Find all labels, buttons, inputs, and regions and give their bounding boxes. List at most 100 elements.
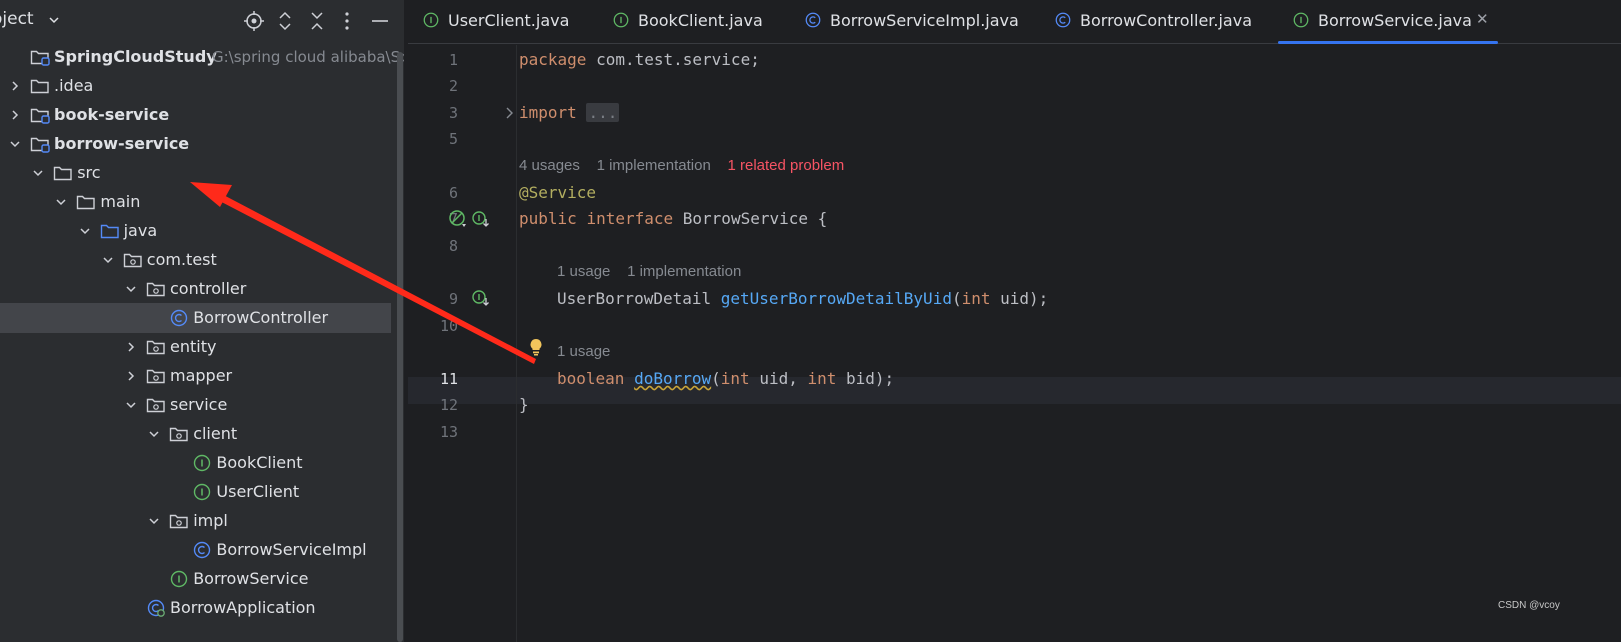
line-number: 12 [439, 396, 458, 414]
expand-all-icon[interactable] [274, 10, 296, 32]
code-line-6[interactable]: @Service [519, 183, 596, 202]
code-line-11[interactable]: boolean doBorrow(int uid, int bid); [557, 369, 894, 388]
tree-item-entity[interactable]: entity [0, 332, 404, 362]
tree-item-mapper[interactable]: mapper [0, 361, 404, 391]
tree-item-label: BorrowService [193, 569, 309, 588]
inlay-hint-method[interactable]: 1 usage [557, 343, 610, 360]
tree-item-borrow-service[interactable]: borrow-service [0, 129, 404, 159]
code-line-9[interactable]: UserBorrowDetail getUserBorrowDetailByUi… [557, 289, 1048, 308]
tree-item-book-service[interactable]: book-service [0, 100, 404, 130]
source-folder-icon [100, 224, 119, 239]
usages-hint[interactable]: 1 usage [557, 343, 610, 360]
tree-item-idea[interactable]: .idea [0, 71, 404, 101]
tree-item-label: BorrowController [193, 308, 329, 327]
close-icon[interactable]: ✕ [1476, 10, 1489, 28]
fold-chevron-icon[interactable] [500, 103, 520, 123]
tree-item-label: .idea [54, 76, 94, 95]
code-line-1[interactable]: package com.test.service; [519, 50, 760, 69]
tab-label: UserClient.java [448, 11, 570, 30]
implemented-interface-icon[interactable] [471, 210, 491, 230]
tree-item-borrowapplication[interactable]: BorrowApplication [0, 593, 404, 623]
chevron-down-icon[interactable] [124, 282, 138, 296]
chevron-down-icon[interactable] [31, 166, 45, 180]
spring-app-icon [147, 599, 165, 617]
folder-icon [77, 195, 96, 210]
inlay-hint-method[interactable]: 1 usage 1 implementation [557, 263, 741, 280]
tree-item-label: com.test [146, 250, 217, 269]
tree-scrollbar[interactable] [397, 52, 403, 642]
tree-item-label: impl [193, 511, 228, 530]
code-line-12[interactable]: } [519, 395, 529, 414]
tree-item-borrowservice[interactable]: BorrowService [0, 564, 404, 594]
inlay-hint-interface[interactable]: 4 usages 1 implementation 1 related prob… [519, 157, 844, 174]
tab-borrowservice-java[interactable]: BorrowService.java ✕ [1278, 0, 1514, 44]
folded-imports[interactable]: ... [586, 103, 620, 122]
folder-icon [53, 166, 72, 181]
code-line-7[interactable]: public interface BorrowService { [519, 209, 827, 228]
project-panel-header: oject [0, 0, 408, 42]
chevron-down-icon[interactable] [48, 14, 60, 26]
line-number-current: 11 [439, 370, 458, 388]
tree-item-borrowcontroller[interactable]: BorrowController [0, 303, 391, 333]
tree-item-label: BorrowApplication [170, 598, 316, 617]
code-text: BorrowService { [673, 209, 828, 228]
chevron-down-icon[interactable] [8, 137, 22, 151]
chevron-right-icon[interactable] [124, 340, 138, 354]
implementations-hint[interactable]: 1 implementation [627, 263, 741, 280]
collapse-all-icon[interactable] [306, 10, 328, 32]
tree-item-label: src [77, 163, 101, 182]
tree-item-label: client [193, 424, 238, 443]
project-panel-title[interactable]: oject [0, 9, 34, 29]
hide-panel-icon[interactable] [369, 10, 391, 32]
tree-item-borrowserviceimpl[interactable]: BorrowServiceImpl [0, 535, 404, 565]
method-name-warning[interactable]: doBorrow [634, 369, 711, 388]
package-icon [146, 282, 165, 297]
tree-item-com-test[interactable]: com.test [0, 245, 404, 275]
tree-item-impl[interactable]: impl [0, 506, 404, 536]
related-problem-hint[interactable]: 1 related problem [727, 157, 844, 174]
usages-hint[interactable]: 1 usage [557, 263, 610, 280]
line-number: 8 [448, 237, 458, 255]
implemented-method-icon[interactable] [471, 289, 491, 309]
tree-item-label: SpringCloudStudy [54, 47, 217, 66]
tab-userclient-java[interactable]: UserClient.java [422, 0, 612, 44]
chevron-right-icon[interactable] [8, 108, 22, 122]
usages-hint[interactable]: 4 usages [519, 157, 580, 174]
tab-bookclient-java[interactable]: BookClient.java [612, 0, 802, 44]
gutter-separator [516, 45, 517, 642]
folder-icon [30, 79, 49, 94]
chevron-down-icon[interactable] [124, 398, 138, 412]
code-text: com.test.service; [586, 50, 760, 69]
chevron-down-icon[interactable] [78, 224, 92, 238]
tree-item-src[interactable]: src [0, 158, 404, 188]
tab-label: BookClient.java [638, 11, 763, 30]
more-options-icon[interactable] [336, 10, 358, 32]
chevron-down-icon[interactable] [101, 253, 115, 267]
implementations-hint[interactable]: 1 implementation [597, 157, 711, 174]
module-folder-icon [30, 137, 50, 153]
chevron-down-icon[interactable] [147, 514, 161, 528]
keyword: interface [586, 209, 674, 228]
chevron-down-icon[interactable] [147, 427, 161, 441]
keyword: int [720, 369, 750, 388]
tree-item-bookclient[interactable]: BookClient [0, 448, 404, 478]
tree-item-service[interactable]: service [0, 390, 404, 420]
lightbulb-icon[interactable] [526, 337, 546, 357]
code-line-3[interactable]: import ... [519, 103, 620, 122]
keyword: boolean [557, 369, 625, 388]
tree-item-controller[interactable]: controller [0, 274, 404, 304]
tree-item-java[interactable]: java [0, 216, 404, 246]
tree-item-userclient[interactable]: UserClient [0, 477, 404, 507]
chevron-right-icon[interactable] [124, 369, 138, 383]
interface-icon [423, 12, 439, 28]
chevron-right-icon[interactable] [8, 79, 22, 93]
tab-borrowserviceimpl-java[interactable]: BorrowServiceImpl.java [804, 0, 1019, 44]
tab-borrowcontroller-java[interactable]: BorrowController.java [1054, 0, 1252, 44]
tree-item-main[interactable]: main [0, 187, 404, 217]
tree-item-springcloudstudy[interactable]: SpringCloudStudy G:\spring cloud alibaba\… [0, 42, 429, 72]
locate-icon[interactable] [243, 10, 265, 32]
no-bean-icon[interactable] [448, 209, 468, 229]
tree-item-client[interactable]: client [0, 419, 404, 449]
chevron-down-icon[interactable] [54, 195, 68, 209]
watermark: CSDN @vcoy [1498, 600, 1560, 611]
